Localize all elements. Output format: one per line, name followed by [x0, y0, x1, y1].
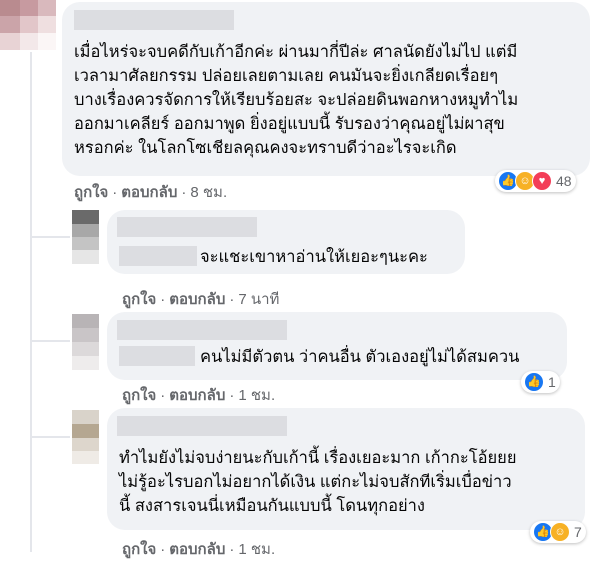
- comment-actions: ถูกใจ · ตอบกลับ · 7 นาที: [122, 291, 280, 308]
- reply-button[interactable]: ตอบกลับ: [169, 387, 225, 404]
- reaction-summary[interactable]: 👍 1: [521, 371, 560, 393]
- reply-connector: [30, 436, 70, 438]
- commenter-name[interactable]: [117, 217, 257, 237]
- timestamp[interactable]: 8 ชม.: [190, 184, 227, 201]
- timestamp[interactable]: 7 นาที: [238, 291, 279, 308]
- avatar[interactable]: [72, 410, 99, 464]
- reaction-summary[interactable]: 👍 ☺ 7: [530, 521, 586, 543]
- like-button[interactable]: ถูกใจ: [122, 387, 156, 404]
- like-button[interactable]: ถูกใจ: [122, 541, 156, 558]
- haha-icon: ☺: [550, 522, 570, 542]
- timestamp[interactable]: 1 ชม.: [238, 541, 275, 558]
- redacted-mention: [119, 246, 197, 266]
- avatar[interactable]: [72, 314, 99, 370]
- reply-button[interactable]: ตอบกลับ: [169, 541, 225, 558]
- like-button[interactable]: ถูกใจ: [122, 291, 156, 308]
- reaction-count: 48: [556, 173, 572, 189]
- comment-text: คนไม่มีตัวตน ว่าคนอื่น ตัวเองอยู่ไม่ได้ส…: [200, 348, 520, 366]
- reaction-count: 7: [574, 524, 582, 540]
- redacted-mention: [119, 346, 195, 366]
- comment-text: เมื่อไหร่จะจบคดีกับเก้าอีกค่ะ ผ่านมากี่ป…: [74, 43, 519, 157]
- reaction-count: 1: [548, 374, 556, 390]
- timestamp[interactable]: 1 ชม.: [238, 387, 275, 404]
- reaction-summary[interactable]: 👍 ☺ ♥ 48: [495, 170, 576, 192]
- comment-text: ทำไมยังไม่จบง่ายนะกับเก้านี้ เรื่องเยอะม…: [119, 449, 517, 515]
- reply-button[interactable]: ตอบกลับ: [121, 184, 177, 201]
- comment-actions: ถูกใจ · ตอบกลับ · 1 ชม.: [122, 541, 276, 558]
- comment-actions: ถูกใจ · ตอบกลับ · 8 ชม.: [74, 184, 228, 201]
- reply-button[interactable]: ตอบกลับ: [169, 291, 225, 308]
- like-icon: 👍: [524, 372, 544, 392]
- commenter-name[interactable]: [117, 416, 287, 436]
- reply-connector: [30, 340, 70, 342]
- commenter-name[interactable]: [74, 10, 234, 30]
- comment-actions: ถูกใจ · ตอบกลับ · 1 ชม.: [122, 387, 276, 404]
- like-button[interactable]: ถูกใจ: [74, 184, 108, 201]
- avatar[interactable]: [72, 210, 99, 264]
- love-icon: ♥: [532, 171, 552, 191]
- avatar[interactable]: [0, 0, 56, 50]
- reply-connector: [30, 236, 70, 238]
- reply-thread-line: [30, 52, 32, 552]
- comment-text: จะแชะเขาหาอ่านให้เยอะๆนะคะ: [200, 248, 428, 266]
- commenter-name[interactable]: [117, 320, 287, 340]
